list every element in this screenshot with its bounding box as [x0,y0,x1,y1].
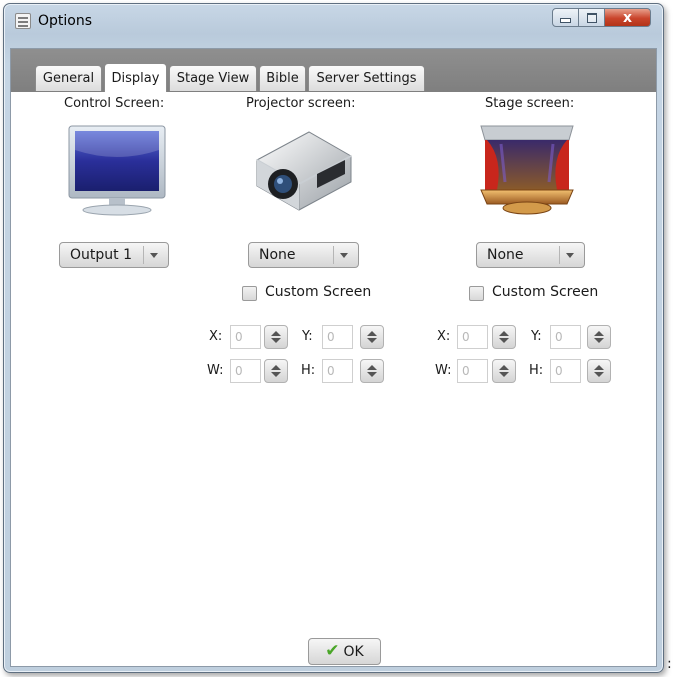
projector-x-stepper[interactable] [264,325,288,349]
stage-y-label: Y: [531,329,542,344]
stage-w-stepper[interactable] [492,359,516,383]
trailing-mark: : [667,656,672,672]
tab-bible[interactable]: Bible [259,65,306,91]
projector-screen-label: Projector screen: [246,96,356,111]
projector-x-label: X: [209,329,223,344]
caption-buttons: x [552,8,651,29]
ok-label: OK [343,643,364,660]
control-screen-label: Control Screen: [64,96,165,111]
stage-custom-label: Custom Screen [492,284,599,300]
stage-x-label: X: [437,329,451,344]
options-window: Options x General Display Stage View Bib… [3,3,664,673]
projector-x-input[interactable]: 0 [230,325,261,349]
control-output-dropdown[interactable]: Output 1 [59,242,169,268]
checkmark-icon: ✔ [325,641,340,661]
projector-output-dropdown[interactable]: None [248,242,359,268]
stage-screen-label: Stage screen: [485,96,575,111]
stage-w-input[interactable]: 0 [457,359,488,383]
projector-output-value: None [259,247,296,263]
projector-y-stepper[interactable] [360,325,384,349]
tab-display[interactable]: Display [104,63,167,92]
projector-w-stepper[interactable] [264,359,288,383]
ok-button[interactable]: ✔ OK [308,638,381,665]
stage-w-label: W: [435,363,452,378]
stage-h-label: H: [529,363,544,378]
stage-curtain-icon [480,125,574,215]
chevron-down-icon [559,246,580,264]
client-area: General Display Stage View Bible Server … [10,48,657,667]
stage-x-input[interactable]: 0 [457,325,488,349]
stage-custom-checkbox[interactable] [469,286,484,301]
stage-y-input[interactable]: 0 [550,325,581,349]
projector-icon [256,131,352,211]
close-icon: x [622,9,633,26]
projector-y-label: Y: [302,329,313,344]
projector-y-input[interactable]: 0 [322,325,353,349]
window-title: Options [38,13,93,29]
tab-strip: General Display Stage View Bible Server … [11,49,656,92]
stage-h-input[interactable]: 0 [550,359,581,383]
chevron-down-icon [143,246,164,264]
projector-h-label: H: [301,363,316,378]
tab-general[interactable]: General [35,65,102,91]
stage-y-stepper[interactable] [587,325,611,349]
projector-custom-checkbox[interactable] [242,286,257,301]
chevron-down-icon [333,246,354,264]
stage-h-stepper[interactable] [587,359,611,383]
maximize-button[interactable] [579,8,605,27]
stage-output-value: None [487,247,524,263]
projector-h-stepper[interactable] [360,359,384,383]
stage-x-stepper[interactable] [492,325,516,349]
projector-w-input[interactable]: 0 [230,359,261,383]
app-icon [15,13,31,29]
minimize-icon [560,18,571,23]
monitor-icon [68,125,166,216]
title-bar[interactable]: Options x [4,4,663,38]
stage-output-dropdown[interactable]: None [476,242,585,268]
close-button[interactable]: x [605,8,651,27]
projector-h-input[interactable]: 0 [322,359,353,383]
maximize-icon [586,12,597,23]
projector-custom-label: Custom Screen [265,284,372,300]
projector-w-label: W: [207,363,224,378]
tab-server-settings[interactable]: Server Settings [308,65,425,91]
minimize-button[interactable] [552,8,579,27]
display-panel: Control Screen: Output 1 Projector scree… [11,92,656,666]
control-output-value: Output 1 [70,247,132,263]
tab-stage-view[interactable]: Stage View [169,65,257,91]
